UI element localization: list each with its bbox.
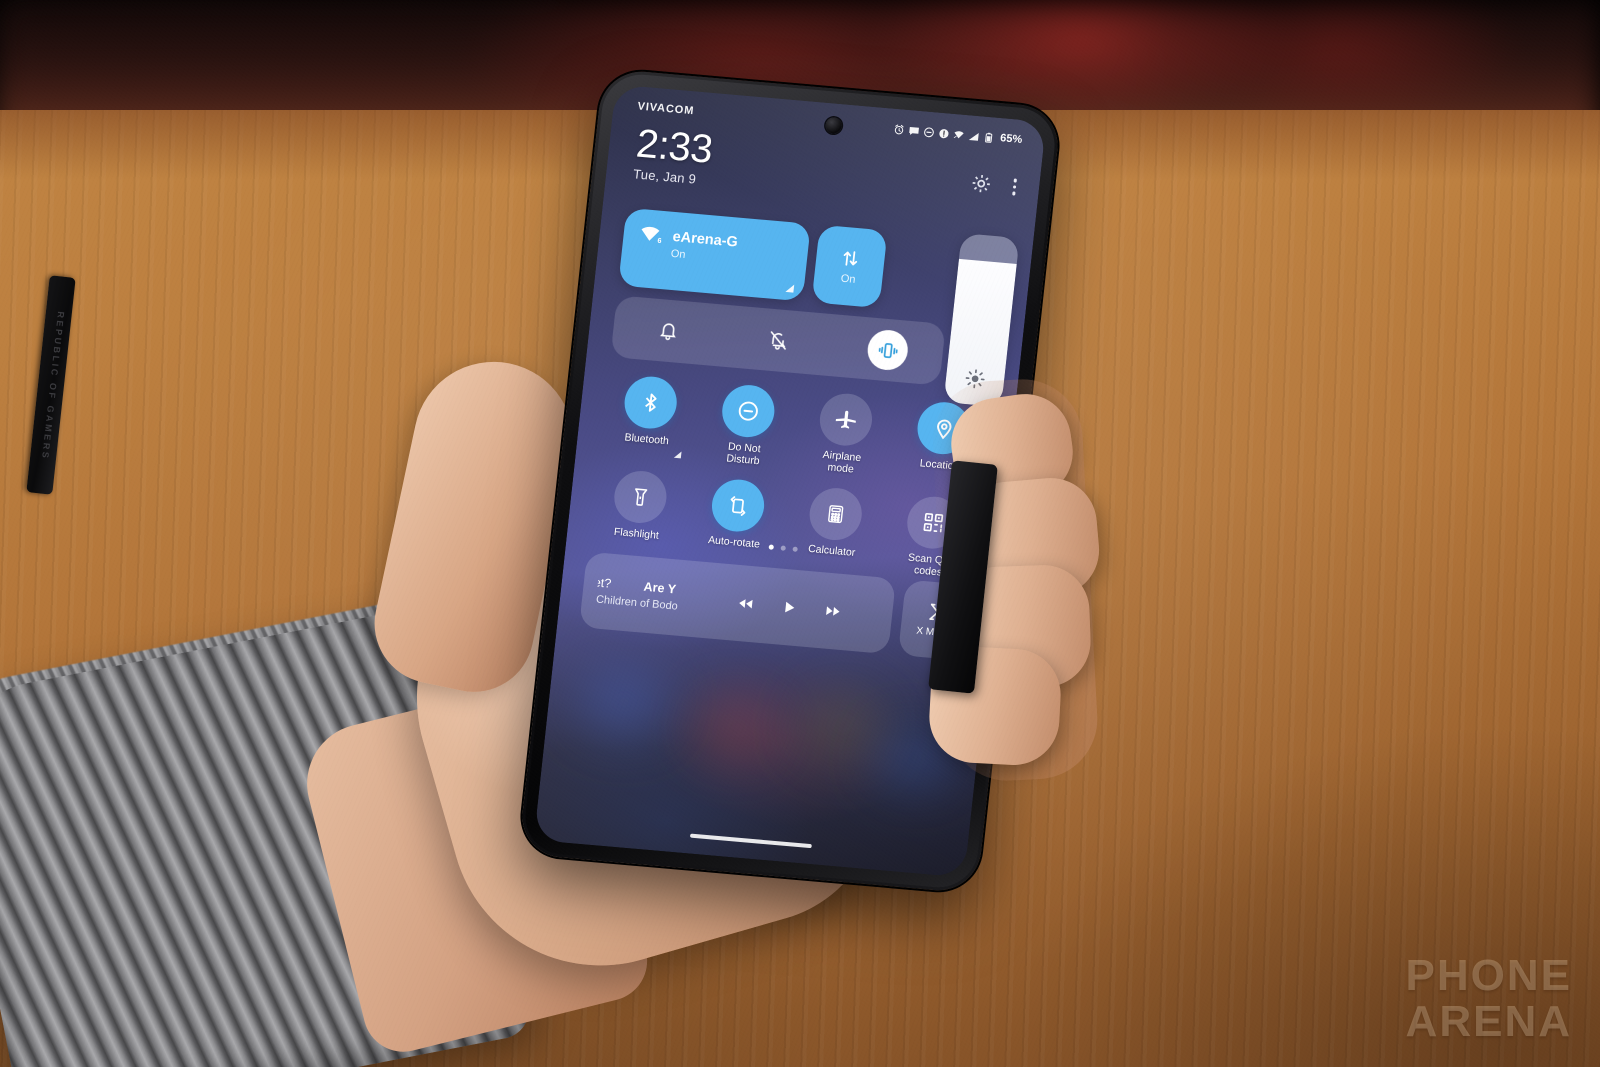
qs-tile-auto-rotate[interactable]: Auto-rotate bbox=[683, 475, 789, 564]
qs-tile-airplane-mode[interactable]: Airplane mode bbox=[791, 390, 897, 479]
bell-icon bbox=[660, 323, 676, 341]
svg-text:6: 6 bbox=[657, 236, 662, 245]
kebab-menu-icon[interactable] bbox=[1006, 175, 1022, 199]
header-actions bbox=[969, 172, 1023, 199]
page-dot-1[interactable] bbox=[767, 544, 774, 550]
qs-tile-flashlight[interactable]: Flashlight bbox=[586, 467, 692, 556]
ring-mode-silent-button[interactable] bbox=[756, 319, 800, 362]
clock-block: 2:33 Tue, Jan 9 bbox=[632, 121, 715, 188]
qs-label: Do Not Disturb bbox=[725, 440, 762, 468]
ring-mode-vibrate-button[interactable] bbox=[865, 328, 910, 372]
qs-circle bbox=[806, 485, 865, 543]
media-title-prefix: et? bbox=[595, 575, 613, 591]
signal-icon bbox=[968, 132, 979, 141]
mobile-data-state-label: On bbox=[840, 272, 857, 286]
airplane-icon bbox=[835, 410, 856, 429]
wifi-tile[interactable]: 6 eArena-G On bbox=[618, 207, 811, 302]
mobile-data-icon bbox=[843, 250, 858, 266]
qs-circle bbox=[611, 468, 670, 526]
qs-circle bbox=[621, 374, 680, 431]
media-controls bbox=[736, 595, 843, 620]
media-text: et? Are Y Children of Bodo bbox=[595, 576, 730, 617]
flashlight-icon bbox=[635, 488, 648, 506]
message-icon bbox=[909, 126, 920, 135]
do-not-disturb-icon bbox=[738, 401, 758, 421]
qs-tile-bluetooth[interactable]: Bluetooth bbox=[596, 372, 702, 461]
qs-circle bbox=[709, 477, 767, 534]
gear-icon[interactable] bbox=[969, 172, 993, 196]
media-title: Are Y bbox=[642, 579, 677, 597]
page-dot-3[interactable] bbox=[791, 546, 798, 552]
qs-tile-calculator[interactable]: Calculator bbox=[781, 484, 887, 573]
wifi-6-icon: 6 bbox=[641, 226, 662, 245]
do-not-disturb-icon bbox=[924, 126, 934, 137]
mobile-data-tile[interactable]: On bbox=[811, 224, 888, 309]
fast-forward-icon[interactable] bbox=[823, 602, 843, 619]
qs-label: Bluetooth bbox=[623, 431, 670, 448]
info-icon bbox=[939, 128, 949, 138]
bluetooth-expand-icon[interactable] bbox=[673, 450, 682, 459]
watermark-line-1: PHONE bbox=[1405, 951, 1572, 1000]
vibrate-icon bbox=[878, 342, 898, 358]
qs-circle bbox=[817, 391, 875, 448]
bell-slash-icon bbox=[770, 331, 786, 350]
qs-label: Airplane mode bbox=[822, 448, 862, 476]
qs-tile-do-not-disturb[interactable]: Do Not Disturb bbox=[694, 381, 800, 470]
rewind-icon[interactable] bbox=[736, 595, 756, 612]
wifi-network-name: eArena-G bbox=[671, 228, 739, 251]
wifi-expand-corner-icon[interactable] bbox=[785, 283, 795, 293]
clock-time: 2:33 bbox=[634, 121, 715, 172]
watermark-line-2: ARENA bbox=[1405, 997, 1572, 1046]
battery-icon bbox=[985, 132, 993, 143]
page-dot-2[interactable] bbox=[779, 545, 786, 551]
calculator-icon bbox=[828, 505, 844, 524]
photo-scene: VIVACOM 65% 2:33 Tue, Jan 9 6 eArena-G O… bbox=[0, 0, 1600, 1067]
alarm-icon bbox=[894, 124, 904, 134]
wifi-icon bbox=[953, 130, 964, 138]
qs-circle bbox=[719, 383, 778, 440]
auto-rotate-icon bbox=[730, 495, 746, 516]
status-icons: 65% bbox=[893, 123, 1023, 146]
battery-percent-label: 65% bbox=[999, 132, 1023, 146]
carrier-label: VIVACOM bbox=[636, 100, 695, 118]
play-icon[interactable] bbox=[780, 599, 800, 616]
phonearena-watermark: PHONE ARENA bbox=[1406, 953, 1572, 1045]
ring-mode-ring-button[interactable] bbox=[646, 309, 690, 352]
bluetooth-icon bbox=[645, 393, 657, 412]
